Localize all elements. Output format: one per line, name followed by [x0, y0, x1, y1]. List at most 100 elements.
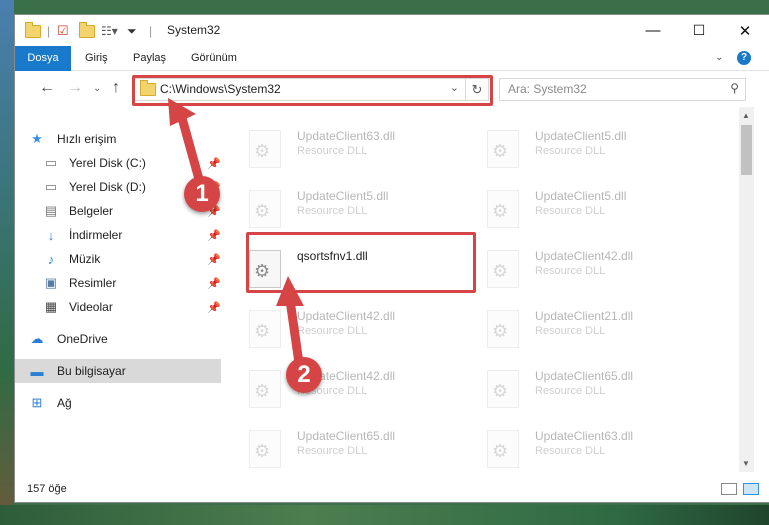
network-icon: ⊞ — [31, 395, 43, 410]
file-type: Resource DLL — [297, 325, 368, 337]
search-box[interactable]: Ara: System32 ⚲ — [499, 78, 746, 101]
pin-icon: 📌 — [207, 301, 221, 314]
file-item[interactable]: UpdateClient63.dll Resource DLL — [467, 423, 692, 472]
nav-item-quick-access[interactable]: ★ Hızlı erişim — [15, 127, 221, 151]
file-name: UpdateClient63.dll — [297, 129, 396, 143]
search-icon: ⚲ — [730, 81, 739, 95]
computer-icon: ▬ — [30, 363, 44, 379]
documents-icon: ▤ — [44, 203, 58, 218]
dll-file-icon — [487, 370, 519, 408]
maximize-button[interactable]: ☐ — [676, 15, 722, 46]
up-arrow-icon[interactable]: ↑ — [112, 79, 120, 97]
back-arrow-icon[interactable]: ← — [39, 79, 55, 97]
file-item[interactable]: UpdateClient5.dll Resource DLL — [467, 183, 692, 233]
step-badge-1: 1 — [184, 176, 220, 212]
folder-icon — [25, 21, 41, 40]
window-title: System32 — [167, 23, 221, 37]
dll-file-icon — [249, 190, 281, 228]
file-item[interactable]: UpdateClient21.dll Resource DLL — [467, 303, 692, 353]
nav-item-pictures[interactable]: ▣ Resimler 📌 — [15, 271, 221, 295]
new-folder-icon[interactable] — [79, 21, 95, 40]
pin-icon: 📌 — [207, 157, 221, 170]
file-item[interactable]: UpdateClient5.dll Resource DLL — [229, 183, 454, 233]
details-view-icon[interactable] — [721, 483, 737, 495]
search-placeholder: Ara: System32 — [508, 82, 587, 96]
forward-arrow-icon[interactable]: → — [67, 79, 83, 97]
file-type: Resource DLL — [297, 445, 368, 457]
nav-label: Resimler — [69, 276, 117, 290]
file-item[interactable]: UpdateClient65.dll Resource DLL — [229, 423, 454, 472]
dll-file-icon — [249, 130, 281, 168]
file-type: Resource DLL — [535, 205, 606, 217]
video-icon: ▦ — [44, 299, 58, 314]
tab-home[interactable]: Giriş — [85, 46, 108, 70]
file-highlight-box — [246, 232, 476, 293]
minimize-button[interactable]: — — [630, 15, 676, 46]
nav-label: Videolar — [69, 300, 113, 314]
file-item[interactable]: UpdateClient42.dll Resource DLL — [467, 243, 692, 293]
file-name: UpdateClient65.dll — [297, 429, 396, 443]
drive-icon: ▭ — [44, 179, 58, 194]
file-name: UpdateClient63.dll — [535, 429, 634, 443]
close-button[interactable]: ✕ — [722, 15, 768, 46]
explorer-window: | ☑ ☷▾ ⏷ | System32 — ☐ ✕ Dosya Giriş Pa… — [14, 14, 769, 503]
nav-label: İndirmeler — [69, 228, 123, 242]
navigation-pane: ★ Hızlı erişim ▭ Yerel Disk (C:) 📌 ▭ Yer… — [15, 107, 221, 472]
file-item[interactable]: UpdateClient63.dll Resource DLL — [229, 123, 454, 173]
file-name: UpdateClient5.dll — [535, 129, 627, 143]
dll-file-icon — [249, 370, 281, 408]
file-type: Resource DLL — [297, 205, 368, 217]
nav-item-videos[interactable]: ▦ Videolar 📌 — [15, 295, 221, 319]
customize-toolbar-icon[interactable]: ☷▾ — [101, 22, 118, 40]
separator: | — [47, 24, 51, 38]
file-name: UpdateClient5.dll — [297, 189, 389, 203]
scrollbar-thumb[interactable] — [741, 125, 752, 175]
file-type: Resource DLL — [535, 445, 606, 457]
dll-file-icon — [487, 250, 519, 288]
nav-label: OneDrive — [57, 332, 108, 346]
desktop-background — [0, 0, 14, 525]
drive-icon: ▭ — [44, 155, 58, 170]
nav-item-downloads[interactable]: ↓ İndirmeler 📌 — [15, 223, 221, 247]
recent-locations-icon[interactable]: ⌄ — [93, 83, 101, 94]
tab-share[interactable]: Paylaş — [133, 46, 166, 70]
ribbon-expand-icon[interactable]: ⌄ — [715, 46, 723, 70]
dll-file-icon — [249, 310, 281, 348]
file-type: Resource DLL — [535, 385, 606, 397]
file-name: UpdateClient65.dll — [535, 369, 634, 383]
file-item[interactable]: UpdateClient42.dll Resource DLL — [229, 303, 454, 353]
properties-icon[interactable]: ☑ — [57, 22, 69, 40]
view-switcher — [721, 483, 759, 495]
vertical-scrollbar[interactable]: ▲ ▼ — [739, 107, 754, 472]
dll-file-icon — [487, 430, 519, 468]
ribbon-tabs: Dosya Giriş Paylaş Görünüm ⌄ ? — [15, 46, 769, 96]
pin-icon: 📌 — [207, 277, 221, 290]
nav-item-music[interactable]: ♪ Müzik 📌 — [15, 247, 221, 271]
large-icons-view-icon[interactable] — [743, 483, 759, 495]
file-item[interactable]: UpdateClient5.dll Resource DLL — [467, 123, 692, 173]
tab-view[interactable]: Görünüm — [191, 46, 237, 70]
item-count: 157 öğe — [27, 483, 67, 495]
file-item[interactable]: UpdateClient65.dll Resource DLL — [467, 363, 692, 413]
file-item[interactable]: UpdateClient42.dll Resource DLL — [229, 363, 454, 413]
file-type: Resource DLL — [297, 145, 368, 157]
nav-item-this-pc[interactable]: ▬ Bu bilgisayar — [15, 359, 221, 383]
dll-file-icon — [487, 130, 519, 168]
nav-item-onedrive[interactable]: ☁ OneDrive — [15, 327, 221, 351]
scroll-up-icon[interactable]: ▲ — [742, 111, 750, 120]
nav-label: Hızlı erişim — [57, 132, 117, 146]
pin-icon: 📌 — [207, 253, 221, 266]
help-icon[interactable]: ? — [737, 51, 751, 65]
scroll-down-icon[interactable]: ▼ — [742, 459, 750, 468]
nav-label: Ağ — [57, 396, 72, 410]
address-highlight-box — [132, 75, 493, 106]
quick-access-dropdown-icon[interactable]: ⏷ — [127, 22, 137, 40]
title-bar: | ☑ ☷▾ ⏷ | System32 — ☐ ✕ — [15, 15, 769, 46]
nav-item-disk-c[interactable]: ▭ Yerel Disk (C:) 📌 — [15, 151, 221, 175]
status-bar: 157 öğe — [15, 478, 769, 502]
nav-item-network[interactable]: ⊞ Ağ — [15, 391, 221, 415]
star-icon: ★ — [31, 131, 43, 146]
desktop-background-bottom — [0, 505, 769, 525]
music-icon: ♪ — [47, 251, 55, 267]
dll-file-icon — [487, 310, 519, 348]
